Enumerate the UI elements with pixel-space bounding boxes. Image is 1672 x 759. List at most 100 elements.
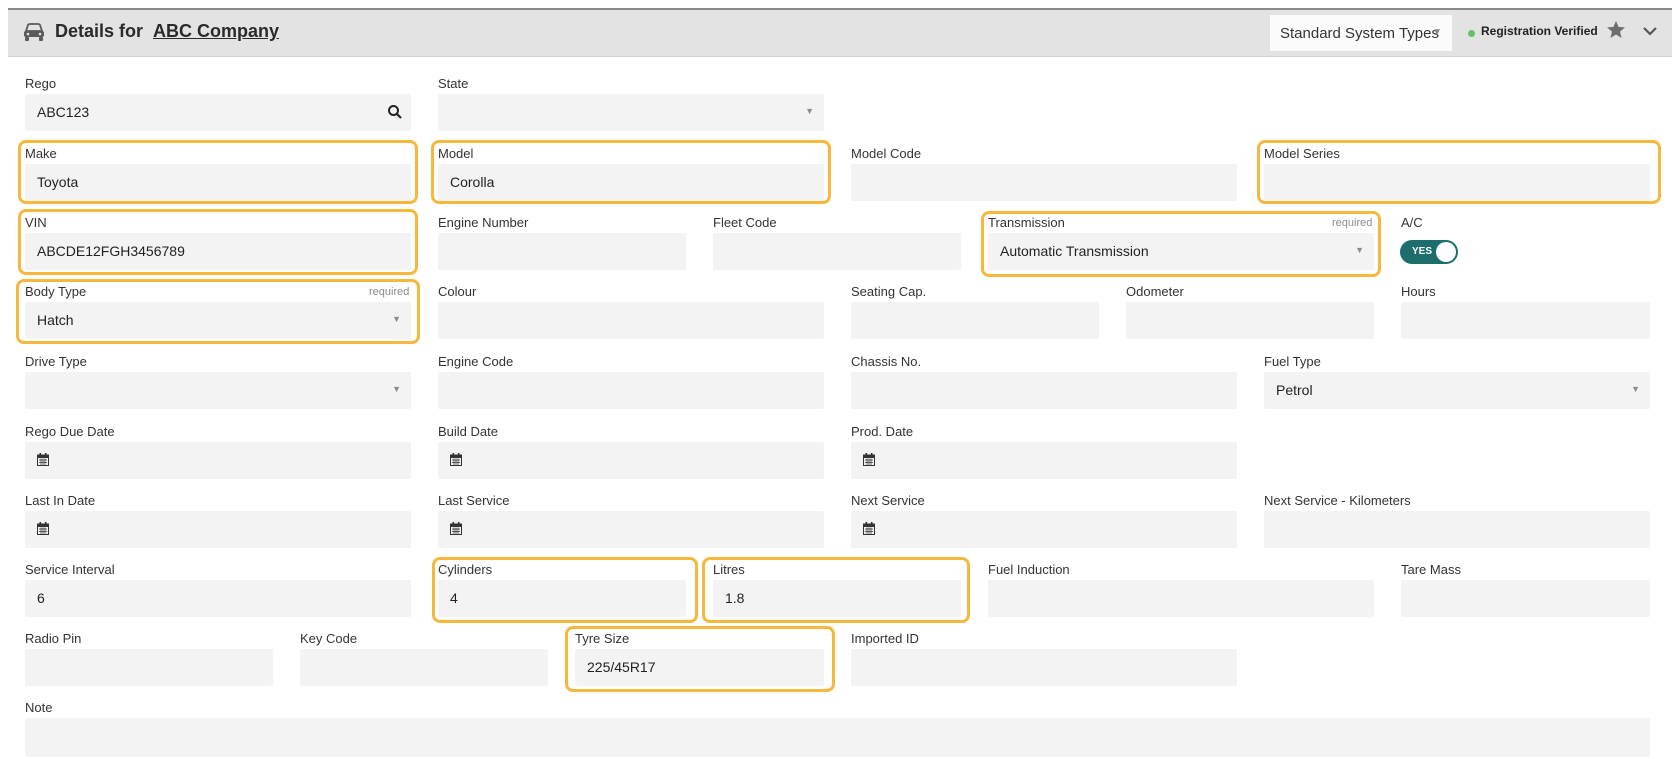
key-code-input[interactable]	[300, 649, 548, 686]
fleet-code-label: Fleet Code	[713, 215, 777, 230]
next-service-input[interactable]	[851, 511, 1237, 548]
rego-due-date-input[interactable]	[25, 442, 411, 479]
ac-toggle-text: YES	[1412, 246, 1433, 257]
fuel-type-select[interactable]: Petrol ▼	[1264, 372, 1650, 409]
model-series-label: Model Series	[1264, 146, 1340, 161]
vin-value: ABCDE12FGH3456789	[37, 243, 185, 259]
caret-down-icon: ▼	[392, 384, 401, 394]
service-interval-label: Service Interval	[25, 562, 115, 577]
key-code-label: Key Code	[300, 631, 358, 646]
hours-input[interactable]	[1401, 302, 1650, 339]
make-input[interactable]: Toyota	[25, 164, 411, 201]
model-value: Corolla	[450, 174, 495, 190]
vin-input[interactable]: ABCDE12FGH3456789	[25, 233, 411, 270]
fleet-code-input[interactable]	[713, 233, 961, 270]
rego-due-date-label: Rego Due Date	[25, 424, 115, 439]
last-service-input[interactable]	[438, 511, 824, 548]
status-dot-icon	[1468, 30, 1475, 37]
service-interval-value: 6	[37, 590, 45, 606]
registration-status: Registration Verified	[1481, 24, 1598, 38]
calendar-icon	[863, 453, 875, 466]
chevron-down-icon[interactable]	[1641, 24, 1659, 38]
tyre-size-value: 225/45R17	[587, 659, 656, 675]
cylinders-value: 4	[450, 590, 458, 606]
drive-type-label: Drive Type	[25, 354, 87, 369]
system-types-select[interactable]: Standard System Types ▼	[1269, 14, 1453, 52]
ac-label: A/C	[1401, 215, 1423, 230]
note-label: Note	[25, 700, 53, 715]
calendar-icon	[450, 522, 462, 535]
caret-down-icon: ▼	[1631, 384, 1640, 394]
model-label: Model	[438, 146, 474, 161]
transmission-select[interactable]: Automatic Transmission ▼	[988, 233, 1374, 270]
car-icon	[24, 23, 44, 41]
vin-label: VIN	[25, 215, 47, 230]
engine-code-label: Engine Code	[438, 354, 514, 369]
cylinders-label: Cylinders	[438, 562, 493, 577]
fuel-type-value: Petrol	[1276, 382, 1313, 398]
body-type-value: Hatch	[37, 312, 74, 328]
build-date-input[interactable]	[438, 442, 824, 479]
note-textarea[interactable]	[25, 718, 1650, 757]
rego-value: ABC123	[37, 104, 90, 120]
engine-number-label: Engine Number	[438, 215, 529, 230]
calendar-icon	[37, 453, 49, 466]
last-service-label: Last Service	[438, 493, 510, 508]
tare-mass-input[interactable]	[1401, 580, 1650, 617]
prod-date-input[interactable]	[851, 442, 1237, 479]
odometer-input[interactable]	[1126, 302, 1374, 339]
model-code-input[interactable]	[851, 164, 1237, 201]
tyre-size-input[interactable]: 225/45R17	[575, 649, 824, 686]
chassis-no-input[interactable]	[851, 372, 1237, 409]
prod-date-label: Prod. Date	[851, 424, 914, 439]
engine-number-input[interactable]	[438, 233, 686, 270]
state-select[interactable]: ▼	[438, 94, 824, 131]
litres-value: 1.8	[725, 590, 745, 606]
transmission-label: Transmission	[988, 215, 1065, 230]
company-link[interactable]: ABC Company	[153, 21, 279, 42]
state-label: State	[438, 76, 469, 91]
service-interval-input[interactable]: 6	[25, 580, 411, 617]
transmission-required: required	[1332, 217, 1373, 229]
seating-cap-input[interactable]	[851, 302, 1099, 339]
chassis-no-label: Chassis No.	[851, 354, 922, 369]
search-icon[interactable]	[387, 104, 403, 120]
litres-label: Litres	[713, 562, 745, 577]
panel-header: Details for ABC Company Standard System …	[8, 10, 1672, 57]
model-input[interactable]: Corolla	[438, 164, 824, 201]
calendar-icon	[450, 453, 462, 466]
tyre-size-label: Tyre Size	[575, 631, 630, 646]
ac-toggle[interactable]: YES	[1400, 240, 1458, 264]
last-in-date-label: Last In Date	[25, 493, 96, 508]
engine-code-input[interactable]	[438, 372, 824, 409]
make-value: Toyota	[37, 174, 79, 190]
body-type-select[interactable]: Hatch ▼	[25, 302, 411, 339]
calendar-icon	[37, 522, 49, 535]
cylinders-input[interactable]: 4	[438, 580, 686, 617]
radio-pin-label: Radio Pin	[25, 631, 82, 646]
model-code-label: Model Code	[851, 146, 922, 161]
fuel-induction-input[interactable]	[988, 580, 1374, 617]
seating-cap-label: Seating Cap.	[851, 284, 927, 299]
star-icon[interactable]	[1606, 20, 1626, 40]
rego-input[interactable]: ABC123	[25, 94, 411, 131]
caret-down-icon: ▼	[392, 314, 401, 324]
page-title: Details for	[55, 21, 144, 41]
caret-down-icon: ▼	[805, 106, 814, 116]
radio-pin-input[interactable]	[25, 649, 273, 686]
drive-type-select[interactable]: ▼	[25, 372, 411, 409]
toggle-knob	[1436, 242, 1456, 262]
colour-input[interactable]	[438, 302, 824, 339]
hours-label: Hours	[1401, 284, 1436, 299]
next-service-km-input[interactable]	[1264, 511, 1650, 548]
colour-label: Colour	[438, 284, 477, 299]
imported-id-input[interactable]	[851, 649, 1237, 686]
model-series-input[interactable]	[1264, 164, 1650, 201]
next-service-label: Next Service	[851, 493, 925, 508]
calendar-icon	[863, 522, 875, 535]
caret-down-icon: ▼	[1355, 245, 1364, 255]
body-type-label: Body Type	[25, 284, 87, 299]
build-date-label: Build Date	[438, 424, 498, 439]
last-in-date-input[interactable]	[25, 511, 411, 548]
litres-input[interactable]: 1.8	[713, 580, 961, 617]
